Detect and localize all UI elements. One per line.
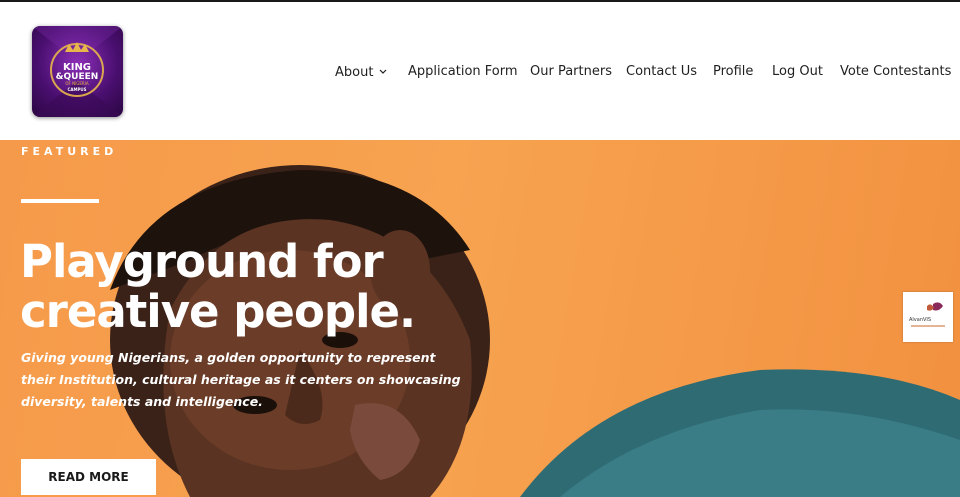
hero-subtext: Giving young Nigerians, a golden opportu… [21,350,461,409]
hero-banner: FEATURED Playground for creative people.… [0,140,960,497]
site-header: KING &QUEEN OF NIGERIA CAMPUS About Appl… [0,2,960,140]
crown-icon: KING &QUEEN OF NIGERIA CAMPUS [32,26,123,117]
nav-item-contact-us[interactable]: Contact Us [626,64,697,79]
read-more-button[interactable]: READ MORE [21,459,156,495]
nav-item-about-label: About [335,65,374,80]
chevron-down-icon [379,64,387,79]
hero-headline: Playground for creative people. [20,237,540,337]
hero-headline-line-1: Playground for [20,235,384,288]
nav-item-application-form[interactable]: Application Form [408,64,518,79]
hero-headline-line-2: creative people. [20,285,416,338]
nav-item-profile[interactable]: Profile [713,64,753,79]
logo-line-3: OF NIGERIA [65,81,88,86]
nav-item-our-partners[interactable]: Our Partners [530,64,612,79]
featured-eyebrow: FEATURED [21,145,118,158]
divider [21,199,99,203]
nav-item-vote-contestants[interactable]: Vote Contestants [840,64,951,79]
sponsor-badge-text: AlvanVIS [909,317,932,323]
nav-item-about[interactable]: About [335,64,387,80]
logo-line-4: CAMPUS [67,87,86,92]
sponsor-badge[interactable]: AlvanVIS [903,292,953,342]
site-logo[interactable]: KING &QUEEN OF NIGERIA CAMPUS [32,26,123,117]
nav-item-log-out[interactable]: Log Out [772,64,823,79]
